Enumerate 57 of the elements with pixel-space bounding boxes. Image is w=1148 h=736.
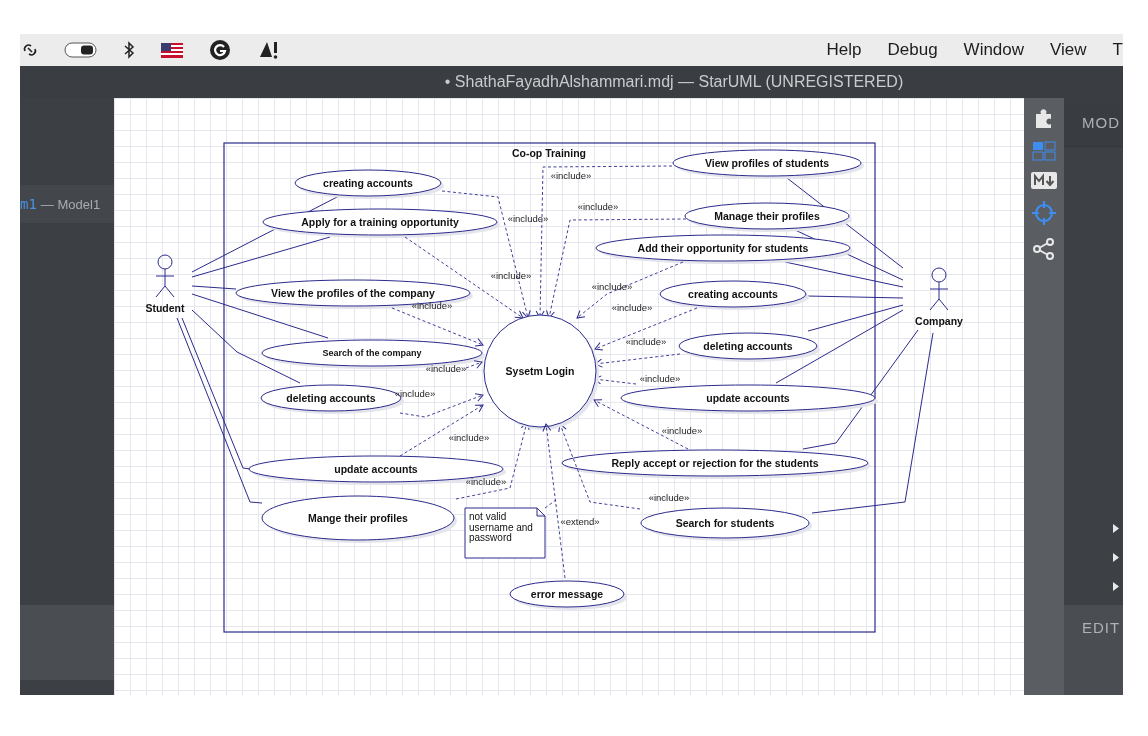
extend-label: «extend»: [560, 516, 600, 527]
use-case: Add their opportunity for students: [595, 234, 853, 264]
use-case: creating accounts: [294, 169, 444, 199]
actor-figure: [155, 254, 175, 298]
menu-item[interactable]: T: [1112, 40, 1123, 60]
actor-figure: [929, 267, 949, 311]
include-label: «include»: [394, 388, 436, 399]
include-label: «include»: [507, 213, 549, 224]
use-case: Apply for a training opportunity: [262, 208, 500, 238]
boundary-title: Co-op Training: [511, 147, 587, 159]
actor-name: Company: [915, 315, 963, 327]
menu-item[interactable]: Window: [963, 40, 1025, 60]
grammar-icon[interactable]: [209, 39, 231, 61]
panel-title: MOD: [1082, 113, 1120, 131]
use-case: Search for students: [640, 507, 812, 541]
markdown-icon[interactable]: [1031, 172, 1057, 189]
expand-icon[interactable]: [1113, 582, 1119, 591]
use-case: creating accounts: [659, 280, 809, 310]
link-icon[interactable]: [22, 42, 38, 58]
use-case: error message: [509, 580, 627, 610]
model-tab-label[interactable]: — Model1: [40, 196, 101, 212]
flag-icon[interactable]: [161, 42, 183, 58]
alert-icon[interactable]: [257, 39, 279, 61]
include-label: «include»: [591, 281, 633, 292]
menu-item[interactable]: Debug: [887, 40, 938, 60]
include-label: «include»: [648, 492, 690, 503]
include-label: «include»: [411, 300, 453, 311]
include-label: «include»: [611, 302, 653, 313]
include-label: «include»: [425, 363, 467, 374]
actor-name: Student: [145, 302, 185, 314]
include-label: «include»: [490, 270, 532, 281]
association-line: [191, 285, 237, 290]
use-case: View profiles of students: [672, 149, 864, 179]
menu-item[interactable]: Help: [826, 40, 862, 60]
note: not valid username and password: [464, 507, 546, 559]
panel-title: EDIT: [1082, 619, 1121, 636]
note-connector: [544, 499, 557, 509]
include-label: «include»: [465, 476, 507, 487]
toggle-icon[interactable]: [64, 42, 97, 58]
share-icon[interactable]: [1032, 237, 1056, 261]
include-label: «include»: [577, 201, 619, 212]
use-case: deleting accounts: [678, 332, 820, 362]
use-case: update accounts: [620, 384, 878, 414]
use-case: Mange their profiles: [261, 495, 457, 543]
include-label: «include»: [550, 170, 592, 181]
include-label: «include»: [639, 373, 681, 384]
include-label: «include»: [625, 336, 667, 347]
use-case: Reply accept or rejection for the students: [561, 449, 871, 479]
window-title: • ShathaFayadhAlshammari.mdj — StarUML (UNREGISTERED): [443, 73, 904, 91]
include-label: «include»: [661, 425, 703, 436]
include-label: «include»: [448, 432, 490, 443]
use-case: Sysetm Login: [483, 314, 599, 430]
use-case: Manage their profiles: [684, 202, 852, 232]
expand-icon[interactable]: [1113, 524, 1119, 533]
expand-icon[interactable]: [1113, 553, 1119, 562]
menu-item[interactable]: View: [1050, 40, 1087, 60]
bluetooth-icon[interactable]: [123, 41, 135, 59]
